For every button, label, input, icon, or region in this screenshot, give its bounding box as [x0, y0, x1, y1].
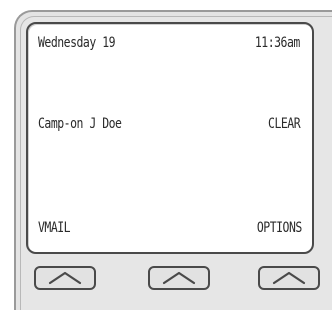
softkey-left-button[interactable] — [34, 266, 96, 290]
up-arrow-icon — [272, 271, 306, 285]
up-arrow-icon — [162, 271, 196, 285]
softkey-right-button[interactable] — [258, 266, 320, 290]
clear-option[interactable]: CLEAR — [268, 116, 301, 132]
softkey-middle-button[interactable] — [148, 266, 210, 290]
up-arrow-icon — [48, 271, 82, 285]
time-label: 11:36am — [255, 35, 300, 51]
date-label: Wednesday 19 — [38, 35, 116, 51]
vmail-option[interactable]: VMAIL — [38, 220, 71, 236]
call-status-label: Camp-on J Doe — [38, 116, 122, 132]
lcd-display: Wednesday 19 11:36am Camp-on J Doe CLEAR… — [26, 22, 314, 254]
options-option[interactable]: OPTIONS — [257, 220, 302, 236]
